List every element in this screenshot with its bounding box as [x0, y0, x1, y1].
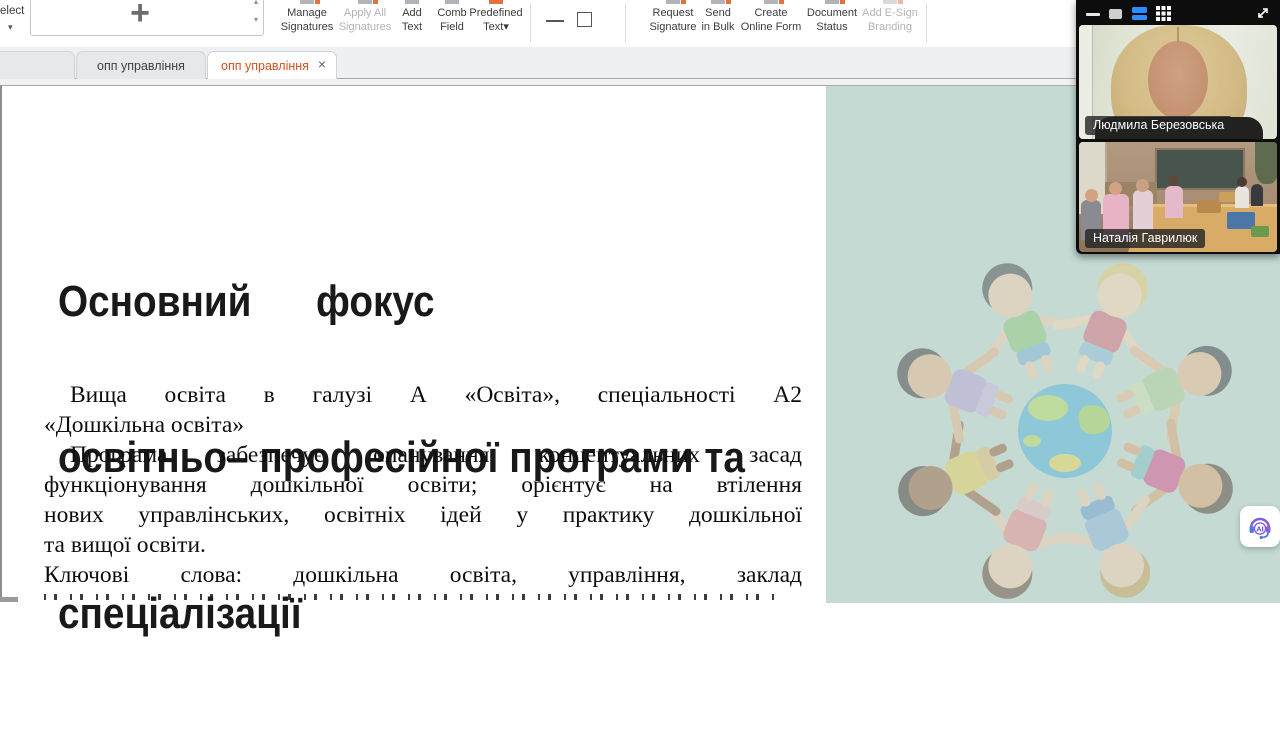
toolbar-divider	[625, 4, 626, 42]
video2-person	[1133, 190, 1153, 230]
add-text-icon	[405, 0, 419, 4]
body-line: Ключові слова: дошкільна освіта, управлі…	[44, 561, 802, 591]
body-line: Програма забезпечує опанування концептуа…	[44, 441, 802, 471]
video2-person	[1251, 184, 1263, 206]
select-tool-button[interactable]: elect	[0, 5, 28, 17]
gallery-view-icon[interactable]	[1156, 6, 1171, 21]
video2-person-head	[1136, 179, 1149, 192]
signature-scroll-down-icon[interactable]: ▾	[251, 16, 261, 24]
participant-name-badge: Людмила Березовська	[1085, 116, 1232, 135]
participant-video-1[interactable]: Людмила Березовська	[1079, 25, 1277, 139]
tab-opp-upravlinnia-2-active[interactable]: опп управління ×	[207, 51, 337, 79]
toolbar-divider	[926, 4, 927, 42]
tab-partial[interactable]	[0, 51, 75, 79]
add-esign-branding-button: Add E-Sign Branding	[854, 6, 926, 34]
window-corner-fragment	[0, 597, 18, 602]
video2-person	[1165, 186, 1183, 218]
minimize-icon[interactable]	[1086, 13, 1100, 16]
body-line: функціонування дошкільної освіти; орієнт…	[44, 471, 802, 501]
heading-line-1: Основний фокус	[58, 276, 832, 328]
tab-close-icon[interactable]: ×	[318, 56, 326, 72]
speaker-view-icon[interactable]	[1109, 9, 1122, 19]
select-dropdown-caret-icon[interactable]: ▾	[8, 22, 13, 33]
clipped-text-line	[44, 594, 780, 600]
signature-scroll-up-icon[interactable]: ▴	[251, 0, 261, 6]
slide-body-text: Вища освіта в галузі А «Освіта», спеціал…	[44, 381, 802, 591]
expand-icon[interactable]	[1256, 6, 1270, 20]
signature-preview-box[interactable]: + ▴ ▾	[30, 0, 264, 36]
toolbar-divider	[530, 4, 531, 42]
video2-person-head	[1085, 189, 1098, 202]
select-tool-label: elect	[0, 5, 24, 17]
video2-person-head	[1237, 177, 1247, 187]
video1-person-face	[1148, 41, 1208, 119]
video2-person	[1235, 186, 1249, 208]
ai-headset-icon: AI	[1246, 513, 1274, 541]
video2-person-head	[1109, 182, 1122, 195]
create-online-form-icon	[764, 0, 778, 4]
participant-video-2[interactable]: Наталія Гаврилюк	[1079, 142, 1277, 252]
apply-all-signatures-icon	[358, 0, 372, 4]
video2-basket	[1197, 200, 1221, 213]
body-line: Вища освіта в галузі А «Освіта», спеціал…	[44, 381, 802, 411]
ai-label: AI	[1256, 524, 1264, 533]
tab-opp-upravlinnia-1[interactable]: опп управління	[76, 51, 206, 79]
add-esign-branding-icon	[883, 0, 897, 4]
comb-field-icon	[445, 0, 459, 4]
add-signature-plus-icon[interactable]: +	[31, 0, 249, 35]
stacked-view-icon[interactable]	[1132, 7, 1147, 20]
rectangle-shape-tool[interactable]	[577, 12, 592, 27]
participant-name-badge: Наталія Гаврилюк	[1085, 229, 1205, 248]
predefined-text-icon	[489, 0, 503, 4]
request-signature-icon	[666, 0, 680, 4]
children-around-globe-illustration	[880, 256, 1280, 603]
video-call-overlay[interactable]: Людмила Березовська Наталія Гаврилюк	[1076, 0, 1280, 254]
dropdown-caret-icon: ▾	[503, 21, 509, 33]
body-line: нових управлінських, освітніх ідей у пра…	[44, 501, 802, 531]
ai-assistant-button[interactable]: AI	[1240, 506, 1280, 547]
video-call-titlebar[interactable]	[1076, 0, 1280, 24]
video1-hair-part	[1177, 27, 1179, 43]
video2-item	[1251, 226, 1269, 237]
video2-person-head	[1168, 175, 1179, 186]
body-line: та вищої освіти.	[44, 531, 802, 561]
send-in-bulk-icon	[711, 0, 725, 4]
document-status-icon	[825, 0, 839, 4]
body-line: «Дошкільна освіта»	[44, 411, 802, 441]
video2-plant	[1255, 142, 1277, 184]
predefined-text-button[interactable]: Predefined Text▾	[460, 6, 532, 34]
line-shape-tool[interactable]	[546, 20, 564, 22]
manage-signatures-icon	[300, 0, 314, 4]
